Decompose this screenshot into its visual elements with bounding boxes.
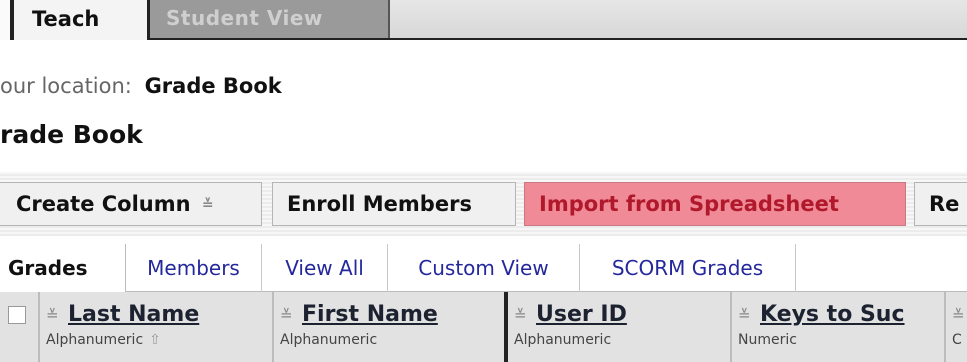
tab-scorm-grades[interactable]: SCORM Grades (580, 244, 796, 292)
column-type: Alphanumeric (280, 332, 378, 348)
tab-student-view[interactable]: Student View (150, 0, 390, 38)
column-header-last-name[interactable]: ≚ Last Name Alphanumeric ⇧ (40, 292, 274, 362)
column-type: Alphanumeric (514, 332, 612, 348)
action-toolbar: Create Column ≚ Enroll Members Import fr… (0, 172, 967, 236)
re-button[interactable]: Re (914, 182, 967, 226)
tab-edge (0, 0, 10, 40)
tab-members[interactable]: Members (126, 244, 262, 292)
grade-table-header: ≚ Last Name Alphanumeric ⇧ ≚ First Name A… (0, 292, 967, 362)
sort-icon[interactable]: ≚ (952, 306, 965, 324)
breadcrumb-current: Grade Book (144, 74, 282, 98)
create-column-label: Create Column (16, 192, 191, 216)
breadcrumb: our location: Grade Book (0, 74, 282, 98)
select-all-checkbox[interactable] (8, 306, 26, 324)
column-title[interactable]: Keys to Suc (760, 302, 905, 327)
enroll-members-button[interactable]: Enroll Members (272, 182, 516, 226)
sort-icon[interactable]: ≚ (738, 306, 751, 324)
column-type: Numeric (738, 332, 797, 348)
column-type: C (952, 332, 962, 348)
tab-grades[interactable]: Grades (0, 244, 126, 292)
tab-teach[interactable]: Teach (10, 0, 150, 40)
sort-icon[interactable]: ≚ (514, 306, 527, 324)
sort-icon[interactable]: ≚ (46, 306, 59, 324)
tab-custom-view[interactable]: Custom View (388, 244, 580, 292)
sort-ascending-icon: ⇧ (149, 332, 161, 348)
sort-icon[interactable]: ≚ (280, 306, 293, 324)
page-title: rade Book (0, 120, 143, 149)
column-header-user-id[interactable]: ≚ User ID Alphanumeric (508, 292, 732, 362)
gradebook-tabs: Grades Members View All Custom View SCOR… (0, 244, 967, 292)
column-title[interactable]: First Name (302, 302, 438, 327)
column-title[interactable]: Last Name (68, 302, 199, 327)
column-header-truncated[interactable]: ≚ C (946, 292, 967, 362)
column-header-keys-to-success[interactable]: ≚ Keys to Suc Numeric (732, 292, 946, 362)
column-title[interactable]: User ID (536, 302, 627, 327)
top-tab-bar: Teach Student View (0, 0, 967, 40)
select-column-header (0, 292, 40, 362)
dropdown-icon: ≚ (201, 197, 214, 213)
import-spreadsheet-button[interactable]: Import from Spreadsheet (524, 182, 906, 226)
column-type: Alphanumeric ⇧ (46, 332, 161, 348)
breadcrumb-label: our location: (0, 74, 132, 98)
tab-view-all[interactable]: View All (262, 244, 388, 292)
create-column-button[interactable]: Create Column ≚ (0, 182, 262, 226)
column-header-first-name[interactable]: ≚ First Name Alphanumeric (274, 292, 508, 362)
